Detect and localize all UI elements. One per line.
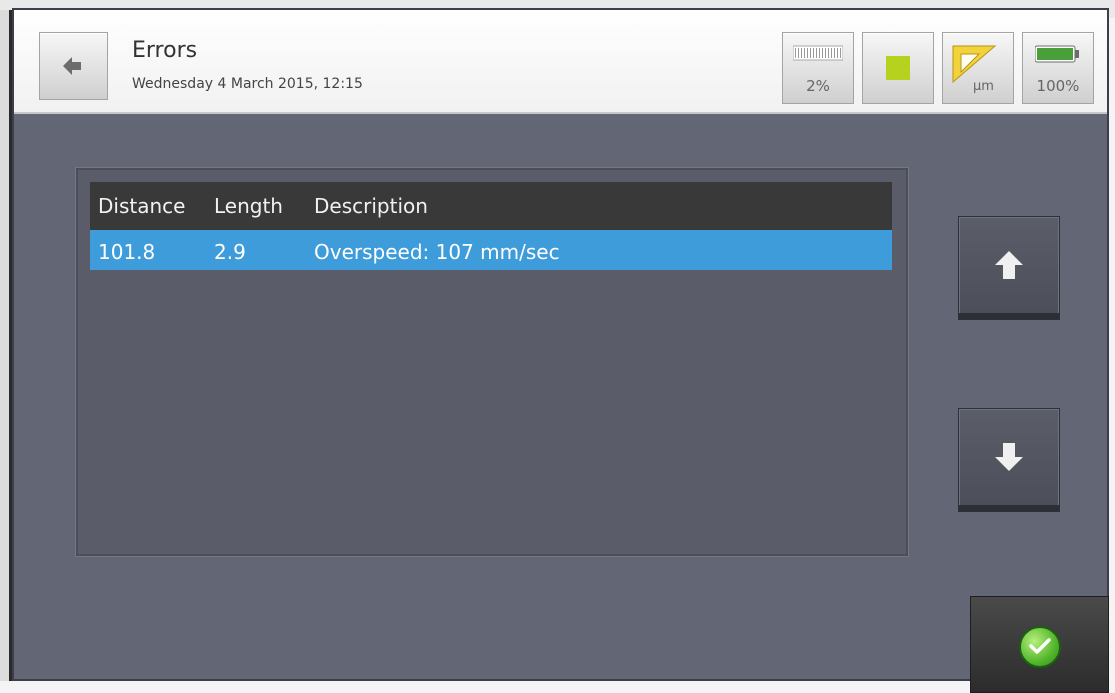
stop-square-icon [886, 56, 910, 80]
check-circle-icon [1019, 626, 1061, 668]
stop-button[interactable] [862, 32, 934, 104]
column-length: Length [214, 194, 283, 218]
scroll-down-underline [959, 505, 1059, 511]
page-datetime: Wednesday 4 March 2015, 12:15 [132, 76, 363, 92]
battery-icon [1035, 45, 1079, 63]
table-row[interactable]: 101.8 2.9 Overspeed: 107 mm/sec [90, 230, 892, 270]
app-window: Errors Wednesday 4 March 2015, 12:15 2% [12, 8, 1109, 693]
back-button[interactable] [39, 32, 108, 100]
scroll-down-button[interactable] [958, 408, 1060, 512]
arrow-up-icon [995, 251, 1023, 279]
ruler-icon [952, 45, 997, 84]
table-header: Distance Length Description [90, 182, 892, 230]
progress-button[interactable]: 2% [782, 32, 854, 104]
arrow-down-icon [995, 443, 1023, 471]
scroll-up-button[interactable] [958, 216, 1060, 320]
header: Errors Wednesday 4 March 2015, 12:15 2% [14, 10, 1107, 114]
progress-text: 2% [806, 77, 830, 95]
column-description: Description [314, 194, 428, 218]
back-arrow-icon [63, 57, 81, 75]
battery-text: 100% [1036, 77, 1080, 95]
column-distance: Distance [98, 194, 186, 218]
cell-distance: 101.8 [98, 240, 156, 264]
barcode-icon [793, 45, 843, 61]
unit-text: µm [973, 79, 994, 94]
errors-table-panel: Distance Length Description 101.8 2.9 Ov… [76, 168, 908, 556]
checkmark-icon [1029, 638, 1051, 654]
confirm-button[interactable] [970, 596, 1109, 693]
battery-button[interactable]: 100% [1022, 32, 1094, 104]
cell-length: 2.9 [214, 240, 246, 264]
scroll-up-underline [959, 313, 1059, 319]
units-button[interactable]: µm [942, 32, 1014, 104]
page-title: Errors [132, 38, 198, 63]
cell-description: Overspeed: 107 mm/sec [314, 240, 560, 264]
